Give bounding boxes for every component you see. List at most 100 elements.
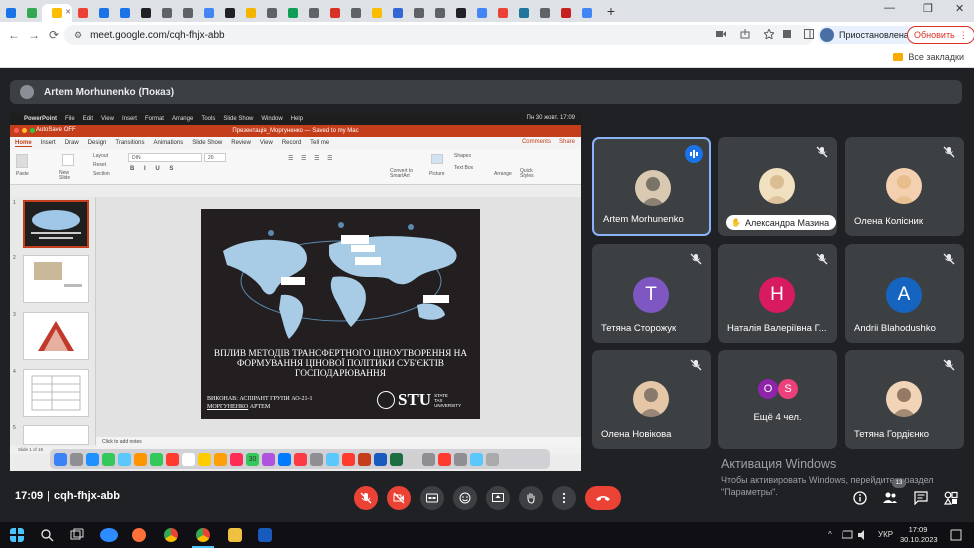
browser-tab[interactable] (492, 4, 513, 22)
mic-off-icon (816, 252, 828, 265)
notifications-icon[interactable] (950, 529, 964, 543)
browser-tab[interactable] (240, 4, 261, 22)
browser-tab[interactable] (177, 4, 198, 22)
forward-icon[interactable]: → (24, 28, 44, 42)
windows-start-icon[interactable] (10, 528, 24, 542)
search-icon[interactable] (40, 528, 54, 542)
file-explorer-icon[interactable] (228, 528, 242, 542)
browser-tab[interactable] (21, 4, 42, 22)
tab-close-icon[interactable]: ✕ (65, 8, 71, 16)
browser-tab[interactable] (429, 4, 450, 22)
task-view-icon[interactable] (70, 528, 84, 542)
extensions-icon[interactable] (782, 29, 792, 39)
browser-tab[interactable] (513, 4, 534, 22)
activities-button[interactable] (942, 489, 960, 507)
browser-tab[interactable] (450, 4, 471, 22)
browser-tab[interactable]: ✕ (42, 4, 72, 22)
profile-button[interactable]: Приостановлена (818, 26, 917, 44)
tab-favicon-icon (560, 8, 571, 18)
chrome-active-icon[interactable] (196, 528, 210, 542)
firefox-icon[interactable] (132, 528, 146, 542)
font-family-select: DIN (128, 153, 202, 162)
window-minimize-button[interactable]: — (884, 2, 895, 14)
side-panel-icon[interactable] (804, 29, 814, 39)
participant-tile[interactable]: Тетяна Гордієнко (845, 350, 964, 449)
people-icon (883, 492, 897, 503)
participant-tile[interactable]: ✋ Александра Мазина (718, 137, 837, 236)
browser-tab[interactable] (114, 4, 135, 22)
browser-tab[interactable] (408, 4, 429, 22)
presentation-banner[interactable]: Artem Morhunenko (Показ) (10, 80, 962, 104)
reactions-button[interactable] (453, 486, 477, 510)
browser-tab[interactable] (0, 4, 21, 22)
browser-tab[interactable] (345, 4, 366, 22)
browser-tab[interactable] (72, 4, 93, 22)
browser-tab[interactable] (219, 4, 240, 22)
raise-hand-button[interactable] (519, 486, 543, 510)
window-close-button[interactable]: ✕ (955, 2, 964, 15)
ppt-ribbon-tab: Review (231, 140, 251, 146)
mac-menu-item: Edit (82, 116, 94, 122)
participant-tile[interactable]: Олена Колісник (845, 137, 964, 236)
dock-app-icon (310, 452, 323, 466)
ppt-ribbon-tab: Slide Show (192, 140, 223, 146)
browser-tab[interactable] (282, 4, 303, 22)
word-icon[interactable] (258, 528, 272, 542)
browser-tab[interactable] (324, 4, 345, 22)
taskbar-clock[interactable]: 17:09 30.10.2023 (900, 525, 938, 545)
browser-tab[interactable] (261, 4, 282, 22)
browser-tab[interactable] (387, 4, 408, 22)
participant-name: Artem Morhunenko (603, 214, 684, 225)
camera-toggle-button[interactable] (387, 486, 411, 510)
participant-tile[interactable]: A Andrii Blahodushko (845, 244, 964, 343)
more-options-button[interactable] (552, 486, 576, 510)
captions-button[interactable] (420, 486, 444, 510)
camera-permission-icon[interactable] (716, 29, 726, 39)
leave-call-button[interactable] (585, 486, 621, 510)
more-menu-icon[interactable]: ⋮ (959, 30, 968, 41)
browser-tab[interactable] (534, 4, 555, 22)
share-page-icon[interactable] (740, 29, 750, 39)
chat-button[interactable] (912, 489, 930, 507)
reload-icon[interactable]: ⟳ (44, 28, 64, 42)
volume-icon[interactable] (858, 530, 872, 544)
tray-overflow-icon[interactable]: ^ (828, 530, 832, 539)
new-tab-button[interactable]: + (603, 3, 619, 19)
browser-tab[interactable] (198, 4, 219, 22)
tab-favicon-icon (77, 8, 88, 18)
present-button[interactable] (486, 486, 510, 510)
mac-clock: Пн 30 жовт. 17:09 (526, 115, 575, 121)
meeting-details-button[interactable] (851, 489, 869, 507)
slide-title: ВПЛИВ МЕТОДІВ ТРАНСФЕРТНОГО ЦІНОУТВОРЕНН… (213, 349, 468, 379)
browser-tab[interactable] (93, 4, 114, 22)
people-button[interactable] (881, 489, 899, 507)
language-indicator[interactable]: УКР (878, 530, 893, 539)
browser-tab[interactable] (366, 4, 387, 22)
participant-tile[interactable]: Олена Новікова (592, 350, 711, 449)
mic-off-icon (943, 252, 955, 265)
browser-tab[interactable] (303, 4, 324, 22)
site-info-icon[interactable]: ⚙ (74, 30, 82, 41)
back-icon[interactable]: ← (4, 28, 24, 42)
network-icon[interactable] (842, 530, 856, 544)
browser-tab[interactable] (471, 4, 492, 22)
chrome-icon[interactable] (164, 528, 178, 542)
browser-tab[interactable] (135, 4, 156, 22)
zoom-app-icon[interactable] (100, 528, 118, 542)
participant-tile[interactable]: O S Ещё 4 чел. (718, 350, 837, 449)
participant-tile[interactable]: Artem Morhunenko (592, 137, 711, 236)
browser-tab[interactable] (576, 4, 597, 22)
dock-app-icon (134, 452, 147, 466)
all-bookmarks-button[interactable]: Все закладки (893, 52, 964, 62)
bookmark-star-icon[interactable] (764, 29, 774, 39)
participant-tile[interactable]: T Тетяна Сторожук (592, 244, 711, 343)
mic-toggle-button[interactable] (354, 486, 378, 510)
participant-avatar: A (886, 277, 922, 313)
update-browser-button[interactable]: Обновить ⋮ (907, 26, 974, 44)
shapes-icon (944, 491, 958, 505)
browser-tab[interactable] (555, 4, 576, 22)
window-restore-button[interactable]: ❐ (923, 2, 933, 15)
address-bar[interactable]: ⚙ meet.google.com/cqh-fhjx-abb (64, 25, 814, 45)
browser-tab[interactable] (156, 4, 177, 22)
participant-tile[interactable]: H Наталія Валеріївна Г... (718, 244, 837, 343)
